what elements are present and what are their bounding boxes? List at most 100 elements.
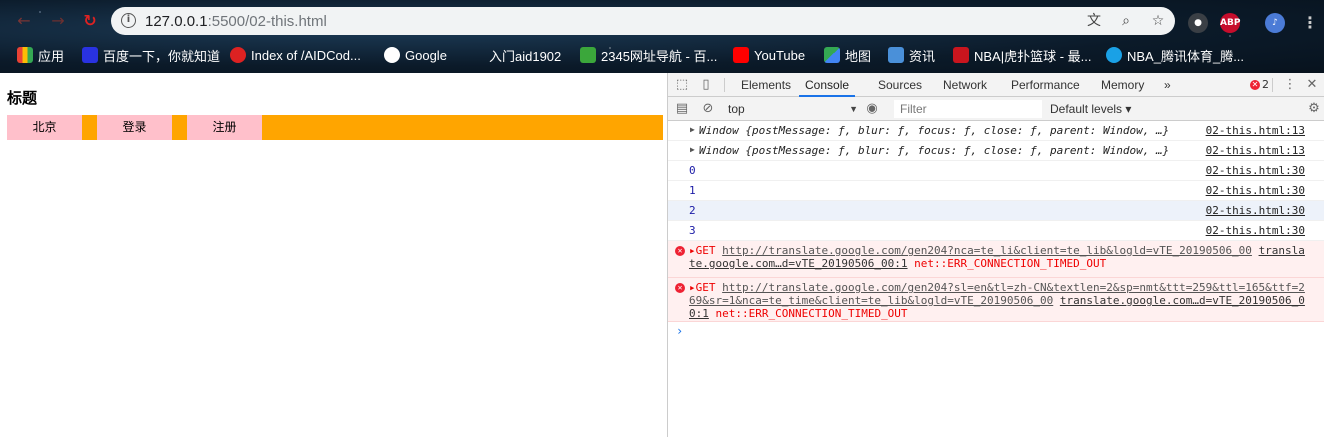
profile-avatar[interactable]: ♪ [1265, 13, 1285, 33]
log-message: Window {postMessage: ƒ, blur: ƒ, focus: … [699, 124, 1170, 137]
tab-sources[interactable]: Sources [878, 73, 922, 97]
console-log-row: 3 02-this.html:30 [668, 221, 1324, 241]
separator [1272, 78, 1273, 92]
url-host: 127.0.0.1 [145, 13, 208, 30]
tab-elements[interactable]: Elements [741, 73, 791, 97]
zoom-icon[interactable]: ⌕ [1117, 12, 1135, 30]
tab-network[interactable]: Network [943, 73, 987, 97]
context-select[interactable]: top ▼ [728, 101, 858, 117]
log-source-link[interactable]: 02-this.html:30 [1206, 164, 1305, 177]
address-bar[interactable]: i 127.0.0.1:5500/02-this.html 文 ⌕ ☆ [111, 7, 1175, 35]
abp-extension-icon[interactable]: ABP [1220, 13, 1240, 33]
kebab-menu-icon[interactable]: ⋮ [1282, 77, 1298, 93]
bookmark-apps[interactable]: 应用 [17, 45, 64, 65]
tab-memory[interactable]: Memory [1101, 73, 1144, 97]
more-tabs-button[interactable]: » [1164, 73, 1171, 97]
error-icon: ✕ [1250, 79, 1260, 90]
prompt-chevron-icon: › [676, 324, 684, 338]
error-counter[interactable]: ✕ 2 [1250, 78, 1269, 91]
bookmark-label: 百度一下，你就知道 [103, 48, 221, 64]
translate-icon[interactable]: 文 [1085, 12, 1103, 30]
forward-icon[interactable]: → [48, 11, 68, 31]
devtools-tabbar: ⬚ ▯ Elements Console Sources Network Per… [668, 73, 1324, 97]
bookmark-label: Index of /AIDCod... [251, 47, 361, 63]
lightbulb-extension-icon[interactable]: ● [1188, 13, 1208, 33]
page-viewport: 标题 北京 登录 注册 [0, 73, 667, 437]
error-url-link[interactable]: http://translate.google.com/gen204?nca=t… [722, 244, 1252, 257]
bookmark-label: NBA|虎扑篮球 - 最... [974, 48, 1092, 64]
bookmark-maps[interactable]: 地图 [824, 45, 871, 65]
bookmark-google[interactable]: Google [384, 45, 447, 65]
nav-item-beijing[interactable]: 北京 [7, 115, 82, 140]
console-prompt-row[interactable]: › [668, 322, 1324, 344]
expand-triangle-icon[interactable]: ▶ [690, 125, 695, 134]
error-icon: ✕ [675, 283, 685, 293]
error-icon: ✕ [675, 246, 685, 256]
expand-triangle-icon[interactable]: ▶ [690, 145, 695, 154]
error-text: net::ERR_CONNECTION_TIMED_OUT [715, 307, 908, 320]
star-icon[interactable]: ☆ [1149, 12, 1167, 30]
bookmark-qq-sports[interactable]: NBA_腾讯体育_腾... [1106, 45, 1244, 65]
log-message: 1 [689, 184, 696, 197]
error-message: ▸GET http://translate.google.com/gen204?… [689, 281, 1305, 320]
error-text: net::ERR_CONNECTION_TIMED_OUT [914, 257, 1107, 270]
log-source-link[interactable]: 02-this.html:30 [1206, 224, 1305, 237]
bookmark-baidu[interactable]: 百度一下，你就知道 [82, 45, 220, 65]
bookmark-label: 应用 [38, 48, 65, 64]
google-icon [384, 47, 400, 63]
log-message: 2 [689, 204, 696, 217]
separator [724, 78, 725, 92]
console-log-row: 1 02-this.html:30 [668, 181, 1324, 201]
console-log-row[interactable]: ▶ Window {postMessage: ƒ, blur: ƒ, focus… [668, 121, 1324, 141]
sidebar-toggle-icon[interactable]: ▤ [674, 101, 690, 117]
console-error-row[interactable]: ✕ ▸GET http://translate.google.com/gen20… [668, 278, 1324, 322]
bookmark-aid1902[interactable]: 入门aid1902 [468, 45, 561, 65]
maps-icon [824, 47, 840, 63]
console-log-row[interactable]: ▶ Window {postMessage: ƒ, blur: ƒ, focus… [668, 141, 1324, 161]
bookmark-label: Google [405, 47, 447, 63]
tab-performance[interactable]: Performance [1011, 73, 1080, 97]
back-icon[interactable]: ← [14, 11, 34, 31]
bookmark-label: 入门aid1902 [489, 48, 562, 64]
bookmark-2345[interactable]: 2345网址导航 - 百... [580, 45, 717, 65]
nav-item-login[interactable]: 登录 [97, 115, 172, 140]
tab-console[interactable]: Console [799, 73, 856, 97]
bookmark-youtube[interactable]: YouTube [733, 45, 805, 65]
bookmark-label: YouTube [754, 47, 806, 63]
qq-sports-icon [1106, 47, 1122, 63]
context-value: top [728, 102, 745, 116]
devtools-panel: ⬚ ▯ Elements Console Sources Network Per… [667, 73, 1324, 437]
url-text[interactable]: 127.0.0.1:5500/02-this.html [145, 13, 327, 30]
log-source-link[interactable]: 02-this.html:13 [1206, 144, 1305, 157]
log-source-link[interactable]: 02-this.html:30 [1206, 184, 1305, 197]
inspect-icon[interactable]: ⬚ [674, 77, 690, 93]
bookmark-hupu[interactable]: NBA|虎扑篮球 - 最... [953, 45, 1092, 65]
filter-input[interactable] [894, 100, 1042, 118]
log-source-link[interactable]: 02-this.html:13 [1206, 124, 1305, 137]
bookmark-news[interactable]: 资讯 [888, 45, 935, 65]
browser-chrome: ← → ↻ i 127.0.0.1:5500/02-this.html 文 ⌕ … [0, 0, 1324, 73]
chevron-down-icon: ▼ [849, 104, 858, 114]
reload-icon[interactable]: ↻ [80, 11, 100, 31]
eye-icon[interactable]: ◉ [864, 101, 880, 117]
house-icon [580, 47, 596, 63]
device-toggle-icon[interactable]: ▯ [698, 77, 714, 93]
console-error-row[interactable]: ✕ ▸GET http://translate.google.com/gen20… [668, 241, 1324, 278]
news-icon [888, 47, 904, 63]
bookmarks-bar: 应用 百度一下，你就知道 Index of /AIDCod... Google … [0, 43, 1324, 67]
gear-icon[interactable]: ⚙ [1306, 101, 1322, 117]
youtube-icon [733, 47, 749, 63]
clear-console-icon[interactable]: ⊘ [700, 101, 716, 117]
log-levels-select[interactable]: Default levels ▾ [1050, 101, 1131, 117]
nav-item-register[interactable]: 注册 [187, 115, 262, 140]
folder-icon [468, 47, 484, 63]
bookmark-index[interactable]: Index of /AIDCod... [230, 45, 361, 65]
page-title: 标题 [7, 89, 38, 107]
error-count-value: 2 [1262, 78, 1269, 91]
log-message: 0 [689, 164, 696, 177]
nav-bar: 北京 登录 注册 [7, 115, 663, 140]
menu-icon[interactable]: ⋮ [1300, 13, 1320, 33]
close-icon[interactable]: ✕ [1304, 77, 1320, 93]
info-icon[interactable]: i [121, 13, 136, 28]
log-source-link[interactable]: 02-this.html:30 [1206, 204, 1305, 217]
